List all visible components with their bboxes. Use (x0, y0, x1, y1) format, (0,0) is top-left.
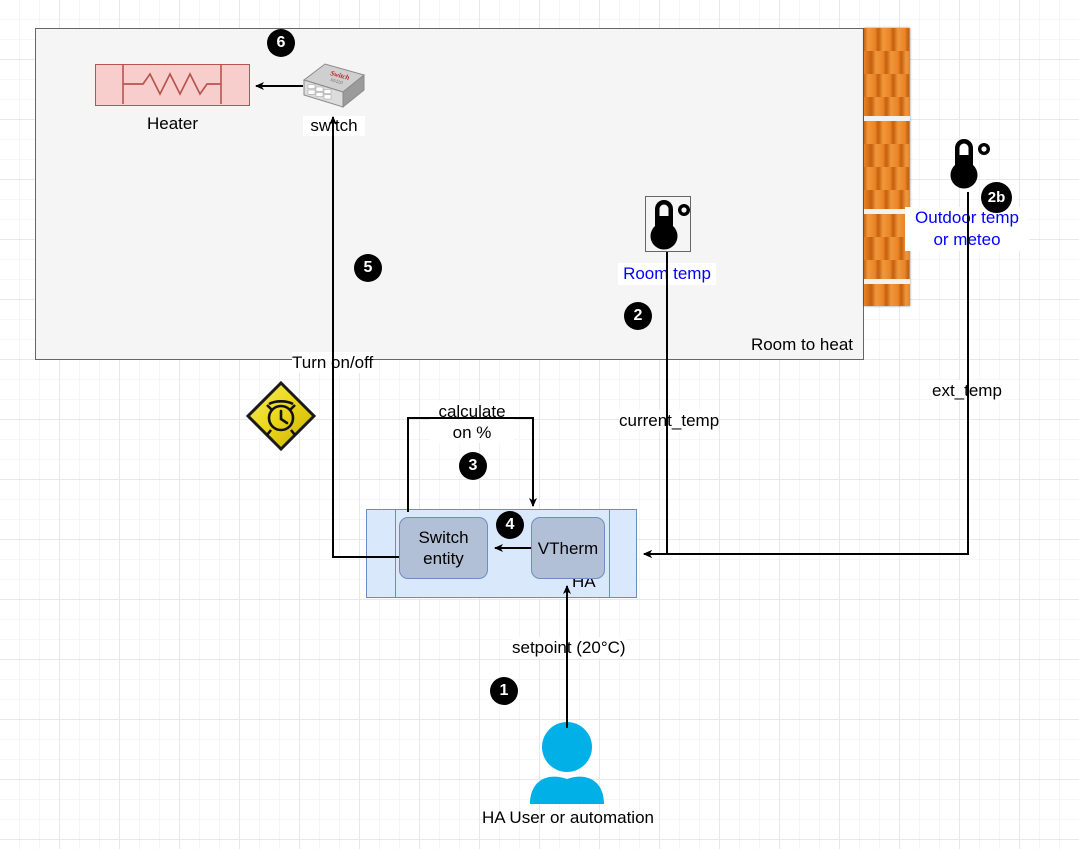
edge-turn-on-off (333, 117, 399, 557)
connector-lines (0, 0, 1079, 849)
edge-current-temp (644, 252, 667, 554)
edge-ext-temp (644, 192, 968, 554)
edge-calculate-on-percent (408, 418, 533, 512)
diagram-canvas: Room to heat Heater (0, 0, 1079, 849)
